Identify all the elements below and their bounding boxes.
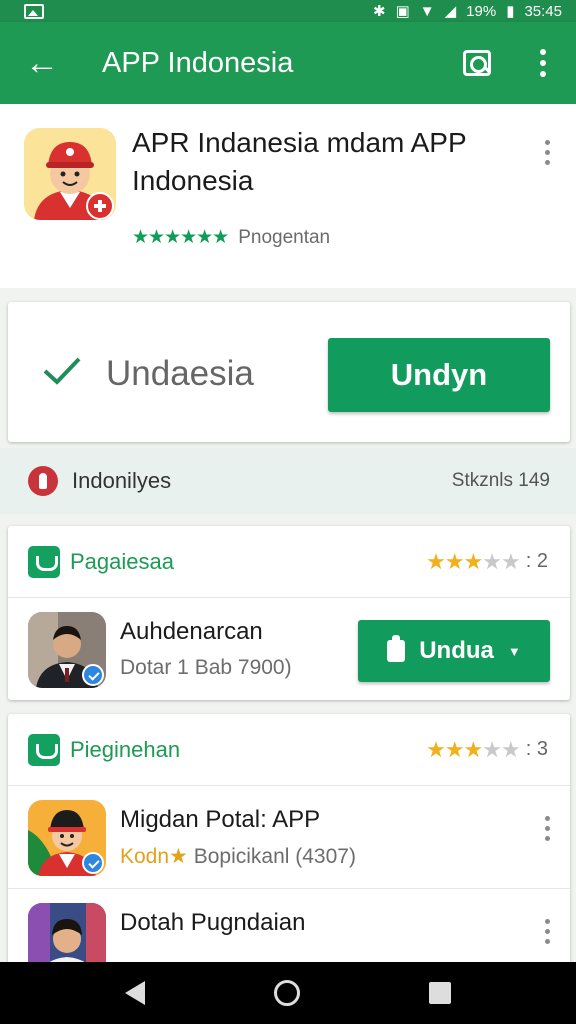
app-name: APR Indanesia mdam APP Indonesia [132,127,467,196]
bluetooth-icon: ✱ [372,3,386,20]
install-button[interactable]: Undyn [328,338,550,412]
info-count: Stkznls 149 [451,470,550,491]
download-button-label: Undua [419,637,494,664]
search-button[interactable] [444,22,510,104]
card-header: Pagaiesaa ★★★★★ : 2 [8,526,570,598]
section-score: : 3 [525,738,548,760]
search-icon [463,50,491,76]
card-header: Pieginehan ★★★★★ : 3 [8,714,570,786]
item-subtitle: Kodn★ Bopicikanl (4307) [120,845,356,868]
clock: 35:45 [524,2,562,20]
review-card-1: Pagaiesaa ★★★★★ : 2 Auhdenarcan Dotar 1 … [8,526,570,700]
battery-text: 19% [466,2,497,20]
app-bar-title: APP Indonesia [102,46,294,79]
app-more-button[interactable] [545,140,550,165]
verified-icon [82,664,104,686]
app-icon[interactable] [24,128,116,220]
avatar [28,800,106,876]
install-status: Undaesia [106,354,254,393]
download-dropdown-button[interactable]: Undua ▼ [358,620,550,682]
section-label: Pagaiesaa [70,548,174,574]
app-bar: ← APP Indonesia [0,22,576,104]
overflow-menu-button[interactable] [510,22,576,104]
item-more-button[interactable] [545,816,550,841]
download-icon [387,635,406,662]
app-rating-row: ★★★★★★ Pnogentan [132,226,330,249]
signal-icon: ◢ [444,3,457,20]
item-title: Dotah Pugndaian [120,909,306,936]
info-label: Indonilyes [72,468,172,493]
store-badge-icon [28,545,60,578]
navigation-bar [0,962,576,1024]
item-title: Auhdenarcan [120,618,263,645]
battery-icon: ▮ [506,3,515,20]
avatar [28,612,106,688]
caret-down-icon: ▼ [507,643,521,659]
item-more-button[interactable] [545,919,550,944]
section-rating-stars: ★★★★★ [426,548,521,574]
wifi-icon: ▼ [419,2,435,20]
info-bar[interactable]: Indonilyes Stkznls 149 [0,448,576,514]
checkmark-icon [43,357,81,385]
section-score: : 2 [525,550,548,572]
developer-name[interactable]: Pnogentan [238,227,330,249]
status-right: ✱ ▣ ▼ ◢ 19% ▮ 35:45 [372,2,562,21]
app-header: APR Indanesia mdam APP Indonesia ★★★★★★ … [0,104,576,288]
gallery-icon [24,3,44,19]
list-item[interactable]: Auhdenarcan Dotar 1 Bab 7900) Undua ▼ [8,598,570,700]
back-button[interactable]: ← [0,22,84,104]
list-item[interactable]: Migdan Potal: APP Kodn★ Bopicikanl (4307… [8,786,570,888]
nav-home-icon[interactable] [273,980,300,1006]
nav-recents-icon[interactable] [429,982,452,1004]
more-vert-icon [540,49,546,77]
review-card-2: Pieginehan ★★★★★ : 3 Migdan Potal: APP K… [8,714,570,979]
alert-icon [28,466,58,496]
item-title: Migdan Potal: APP [120,806,321,833]
screen: ✱ ▣ ▼ ◢ 19% ▮ 35:45 ← APP Indonesia APR … [0,0,576,1024]
install-card: Undaesia Undyn [8,302,570,442]
section-label: Pieginehan [70,736,181,762]
section-rating-stars: ★★★★★ [426,736,521,762]
nav-back-icon[interactable] [124,981,145,1005]
vibrate-icon: ▣ [395,3,410,20]
mascot-icon [24,128,116,220]
item-subtitle: Dotar 1 Bab 7900) [120,656,292,679]
verified-icon [82,852,104,874]
status-bar: ✱ ▣ ▼ ◢ 19% ▮ 35:45 [0,0,576,22]
arrow-left-icon: ← [25,43,59,82]
rating-stars: ★★★★★★ [132,227,229,248]
store-badge-icon [28,733,60,766]
